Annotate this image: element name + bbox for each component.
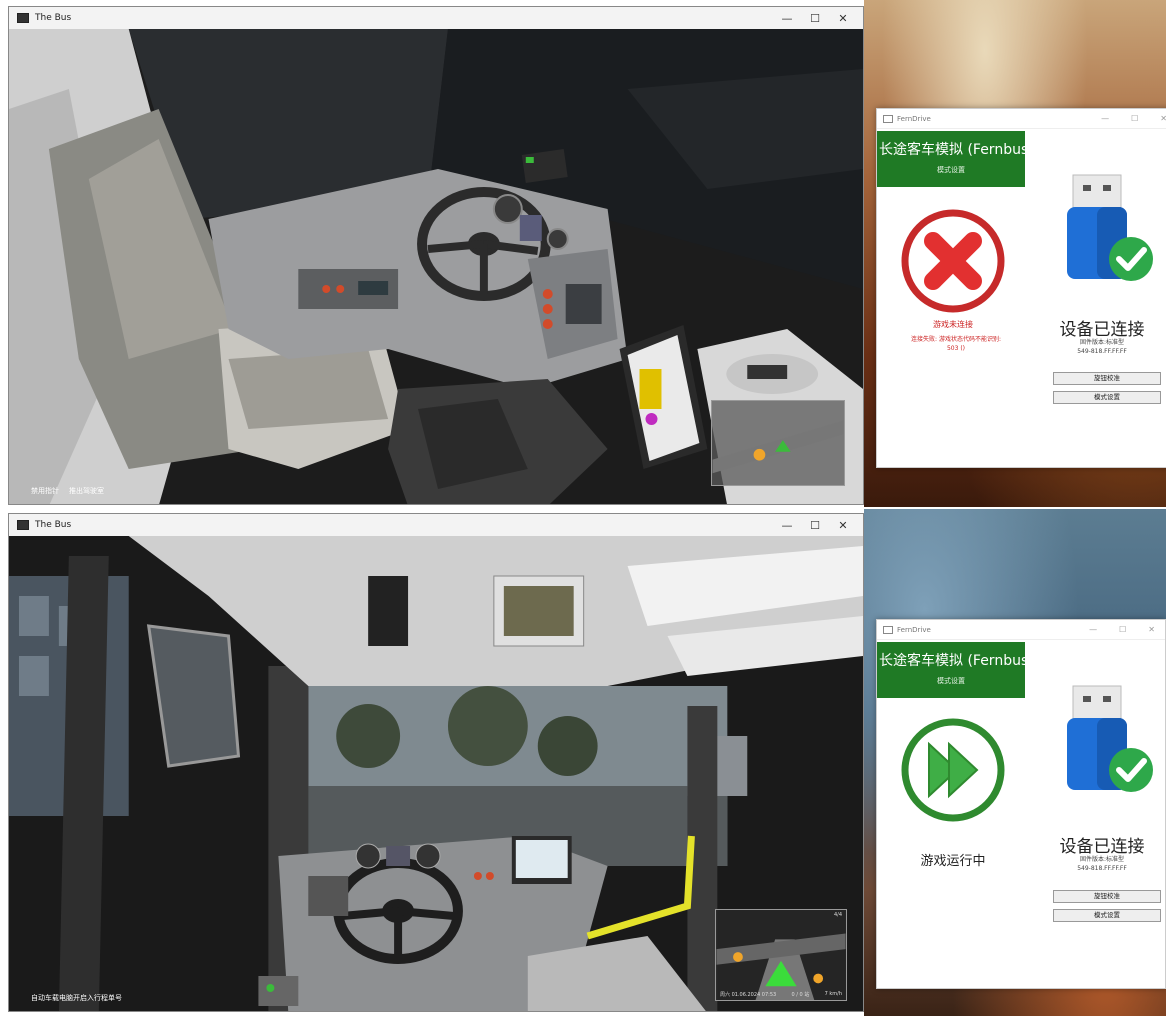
usb-device-icon [1067, 174, 1153, 281]
close-button[interactable]: ✕ [829, 519, 857, 532]
app-maximize-button[interactable]: ☐ [1119, 625, 1126, 634]
app-close-button[interactable]: ✕ [1160, 114, 1166, 123]
app-minimize-button[interactable]: — [1089, 625, 1097, 634]
bottom-screenshot-panel: The Bus — ☐ ✕ 自动车载电脑开启入行程单号 4/4 周六 01.06… [0, 509, 1166, 1016]
calibrate-button[interactable]: 旋钮校准 [1053, 890, 1161, 903]
mode-settings-button[interactable]: 模式设置 [1053, 909, 1161, 922]
device-model: 固件版本:标准型 [1079, 856, 1125, 863]
maximize-button[interactable]: ☐ [801, 12, 829, 25]
game-mode-link[interactable]: 模式设置 [877, 165, 1025, 175]
app-minimize-button[interactable]: — [1101, 114, 1109, 123]
device-id: 549-818.FF.FF.FF [1077, 348, 1127, 355]
app-titlebar[interactable]: FernDrive — ☐ ✕ [877, 109, 1166, 129]
hud-hint-pointer: 禁用指针 [31, 487, 59, 495]
game-selector[interactable]: 长途客车模拟 (Fernbus) 模式设置 [877, 131, 1034, 187]
game-selector[interactable]: 长途客车模拟 (Fernbus) 模式设置 [877, 642, 1034, 698]
game-viewport-cockpit[interactable]: 禁用指针 推出驾驶室 [9, 29, 863, 504]
error-detail: 连接失败: 游戏状态代码不能识别: [911, 336, 1001, 343]
close-button[interactable]: ✕ [829, 12, 857, 25]
minimap-stops: 0 / 0 站 [791, 992, 810, 998]
minimap-datetime: 周六 01.06.2024 07:53 [720, 992, 777, 998]
hud-hint-onboard: 自动车载电脑开启入行程单号 [31, 994, 122, 1002]
app-window-title: FernDrive [897, 625, 931, 634]
error-code: 503 () [946, 345, 966, 352]
top-screenshot-panel: The Bus — ☐ ✕ 禁用指针 推出驾驶室 FernDrive — ☐ 长… [0, 0, 1166, 507]
device-id: 549-818.FF.FF.FF [1077, 865, 1127, 872]
app-window-icon [883, 114, 893, 123]
game-name: 长途客车模拟 (Fernbus) [879, 653, 1034, 669]
ferndrive-app-window[interactable]: FernDrive — ☐ ✕ 长途客车模拟 (Fernbus) 模式设置 游戏… [876, 108, 1166, 468]
calibrate-button[interactable]: 旋钮校准 [1053, 372, 1161, 385]
hud-hint-exit: 推出驾驶室 [69, 487, 104, 495]
game-app-icon [17, 520, 29, 530]
disconnected-x-icon [901, 209, 1005, 313]
device-status: 设备已连接 [1059, 320, 1145, 340]
usb-device-icon [1067, 685, 1153, 792]
maximize-button[interactable]: ☐ [801, 519, 829, 532]
game-window-title: The Bus [35, 13, 72, 23]
running-play-icon [901, 718, 1005, 822]
game-name: 长途客车模拟 (Fernbus) [879, 142, 1034, 158]
game-app-icon [17, 13, 29, 23]
game-status-text: 游戏未连接 [933, 320, 973, 329]
game-window[interactable]: The Bus — ☐ ✕ [8, 6, 864, 505]
minimap-top-right-label: 4/4 [833, 912, 842, 918]
minimap: 4/4 周六 01.06.2024 07:53 0 / 0 站 7 km/h [715, 909, 847, 1001]
app-close-button[interactable]: ✕ [1148, 625, 1155, 634]
game-window-title: The Bus [35, 520, 72, 530]
device-model: 固件版本:标准型 [1079, 339, 1125, 346]
app-window-icon [883, 625, 893, 634]
game-status-text: 游戏运行中 [920, 854, 986, 869]
minimize-button[interactable]: — [773, 12, 801, 25]
game-viewport-driver-view[interactable]: 自动车载电脑开启入行程单号 4/4 周六 01.06.2024 07:53 0 … [9, 536, 863, 1011]
app-window-title: FernDrive [897, 114, 931, 123]
minimap-speed: 7 km/h [824, 991, 842, 997]
hud-hints: 禁用指针 推出驾驶室 [31, 486, 104, 496]
minimize-button[interactable]: — [773, 519, 801, 532]
game-window[interactable]: The Bus — ☐ ✕ [8, 513, 864, 1012]
game-window-titlebar[interactable]: The Bus — ☐ ✕ [9, 7, 863, 29]
ferndrive-app-window[interactable]: FernDrive — ☐ ✕ 长途客车模拟 (Fernbus) 模式设置 游戏… [876, 619, 1166, 989]
hud-hints: 自动车载电脑开启入行程单号 [31, 993, 122, 1003]
minimap [711, 400, 845, 486]
minimap-road [716, 933, 846, 1000]
game-window-titlebar[interactable]: The Bus — ☐ ✕ [9, 514, 863, 536]
app-maximize-button[interactable]: ☐ [1131, 114, 1138, 123]
minimap-road [712, 420, 844, 474]
game-mode-link[interactable]: 模式设置 [877, 676, 1025, 686]
app-titlebar[interactable]: FernDrive — ☐ ✕ [877, 620, 1165, 640]
mode-settings-button[interactable]: 模式设置 [1053, 391, 1161, 404]
device-status: 设备已连接 [1059, 837, 1145, 857]
